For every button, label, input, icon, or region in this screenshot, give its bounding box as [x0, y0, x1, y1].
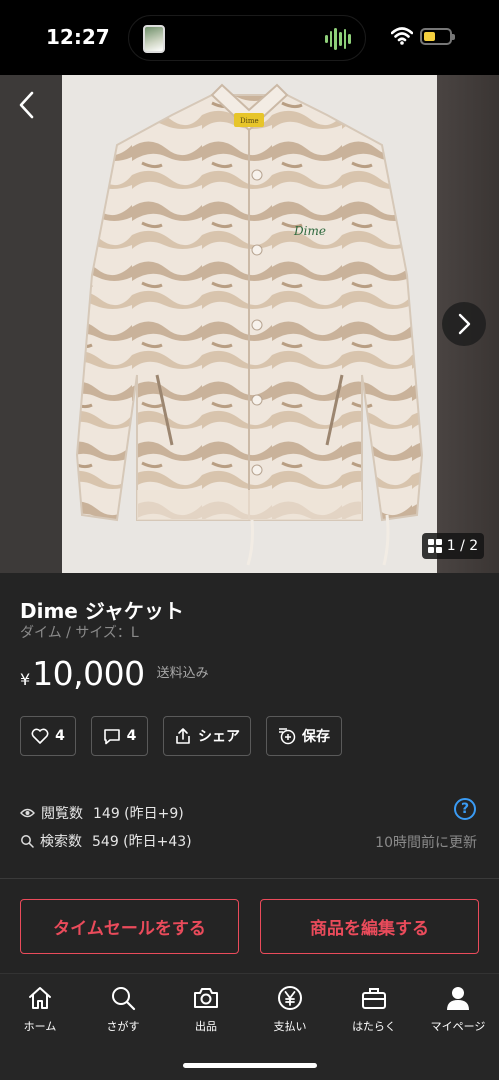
action-buttons: 4 4 シェア 保存 — [20, 716, 342, 756]
price-currency: ¥ — [20, 670, 31, 689]
status-bar: 12:27 — [0, 0, 499, 75]
status-time: 12:27 — [46, 25, 110, 49]
save-button[interactable]: 保存 — [266, 716, 342, 756]
nav-mypage-label: マイページ — [430, 1020, 486, 1033]
image-counter-text: 1 / 2 — [446, 538, 479, 554]
item-title: Dime ジャケット — [20, 599, 184, 623]
nav-home[interactable]: ホーム — [0, 984, 80, 1034]
nav-payment[interactable]: 支払い — [250, 984, 330, 1034]
nav-work[interactable]: はたらく — [334, 984, 414, 1034]
views-value: 149 (昨日+9) — [93, 806, 184, 822]
nav-home-label: ホーム — [23, 1020, 57, 1033]
nav-mypage[interactable]: マイページ — [418, 984, 498, 1034]
share-label: シェア — [198, 729, 240, 745]
home-indicator — [183, 1063, 317, 1068]
battery-icon — [420, 28, 455, 45]
timesale-button[interactable]: タイムセールをする — [20, 899, 239, 954]
dynamic-island — [128, 15, 366, 61]
nav-sell-label: 出品 — [195, 1020, 217, 1033]
search-value: 549 (昨日+43) — [92, 834, 192, 850]
now-playing-artwork-icon — [143, 25, 165, 53]
eye-icon — [20, 808, 35, 818]
nav-payment-label: 支払い — [273, 1020, 307, 1033]
search-label: 検索数 — [40, 834, 82, 850]
grid-icon — [427, 539, 442, 553]
jacket-brand-tag-text: Dime — [240, 117, 259, 125]
updated-time: 10時間前に更新 — [375, 835, 477, 851]
save-add-icon — [279, 728, 296, 745]
heart-icon — [31, 728, 49, 744]
save-label: 保存 — [302, 729, 330, 745]
price-row: ¥ 10,000 送料込み — [20, 654, 209, 693]
nav-work-label: はたらく — [352, 1020, 396, 1033]
nav-search[interactable]: さがす — [83, 984, 163, 1034]
edit-item-button[interactable]: 商品を編集する — [260, 899, 479, 954]
audio-waveform-icon — [325, 26, 352, 52]
help-icon[interactable]: ? — [454, 798, 476, 820]
nav-search-label: さがす — [106, 1020, 140, 1033]
camera-icon — [194, 988, 218, 1008]
views-stat: 閲覧数 149 (昨日+9) — [20, 802, 480, 824]
back-button[interactable] — [8, 85, 44, 125]
search-icon — [112, 987, 136, 1011]
briefcase-icon — [362, 988, 386, 1009]
nav-sell[interactable]: 出品 — [166, 984, 246, 1034]
chevron-right-icon — [458, 313, 471, 335]
person-icon — [447, 987, 469, 1010]
like-count: 4 — [55, 728, 65, 744]
jacket-embroidery-text: Dime — [293, 224, 326, 238]
shipping-label: 送料込み — [156, 666, 209, 681]
share-icon — [176, 728, 190, 744]
comment-icon — [103, 728, 120, 744]
jacket-photo: Dime Dime — [75, 83, 424, 566]
item-photo[interactable]: Dime Dime 1 / 2 — [0, 75, 499, 573]
yen-icon — [278, 986, 302, 1010]
home-icon — [29, 987, 51, 1009]
chevron-left-icon — [19, 91, 34, 119]
share-button[interactable]: シェア — [163, 716, 251, 756]
comment-button[interactable]: 4 — [91, 716, 148, 756]
like-button[interactable]: 4 — [20, 716, 76, 756]
magnifier-icon — [21, 835, 34, 848]
divider — [0, 878, 499, 879]
item-brand-size: ダイム / サイズ：L — [20, 625, 139, 641]
views-label: 閲覧数 — [41, 806, 83, 822]
next-image-button[interactable] — [442, 302, 486, 346]
comment-count: 4 — [126, 728, 137, 744]
wifi-icon — [391, 27, 413, 45]
price-value: 10,000 — [32, 654, 145, 693]
image-counter[interactable]: 1 / 2 — [422, 533, 484, 559]
